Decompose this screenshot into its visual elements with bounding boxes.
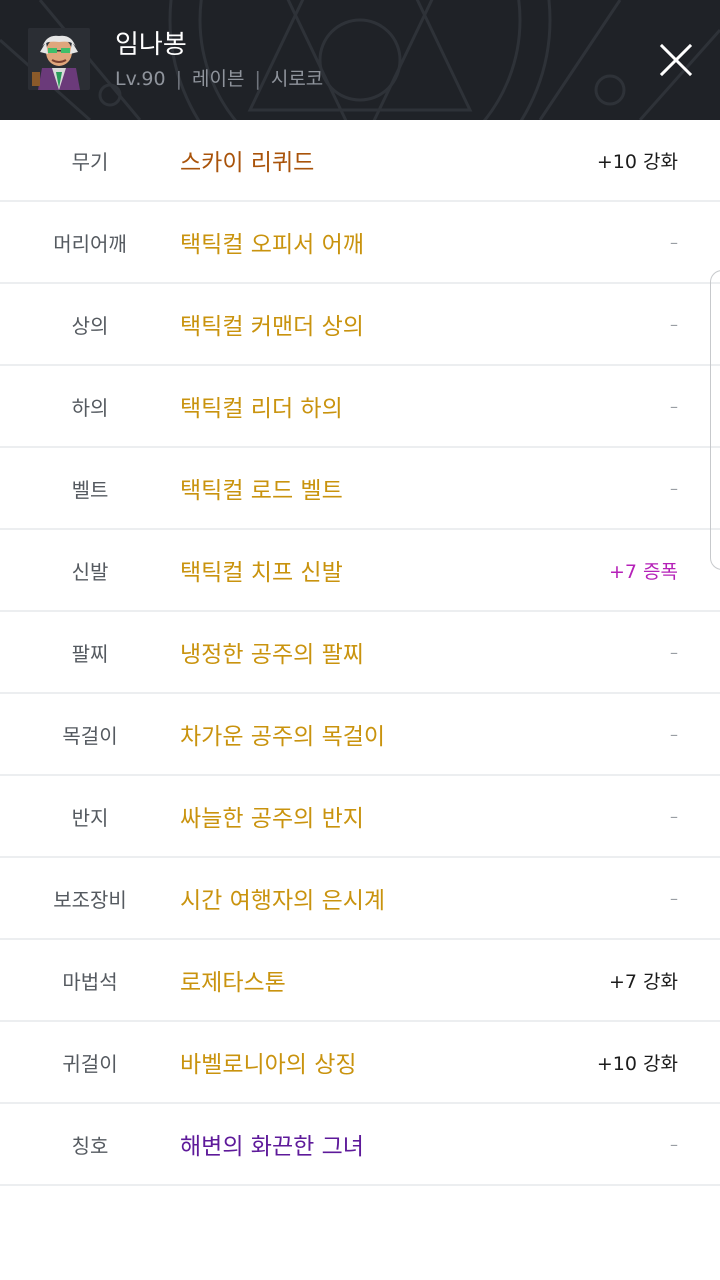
equipment-item-name[interactable]: 시간 여행자의 은시계 [180, 858, 385, 938]
equipment-slot-label: 하의 [0, 366, 180, 446]
slot-name: 보조장비 [53, 887, 127, 912]
character-meta: Lv.90 | 레이븐 | 시로코 [115, 68, 323, 90]
meta-separator: | [254, 68, 261, 90]
equipment-row[interactable]: 칭호 해변의 화끈한 그녀 – [0, 1104, 720, 1186]
equipment-row[interactable]: 상의 택틱컬 커맨더 상의 – [0, 284, 720, 366]
slot-name: 칭호 [71, 1133, 109, 1158]
equipment-item-name[interactable]: 택틱컬 오피서 어깨 [180, 202, 364, 282]
equipment-slot-label: 팔찌 [0, 612, 180, 692]
close-button[interactable] [654, 38, 698, 82]
equipment-enhancement: – [670, 806, 678, 826]
character-avatar-icon [28, 28, 90, 90]
slot-name: 신발 [71, 559, 109, 584]
equipment-enhancement: – [670, 724, 678, 744]
equipment-slot-label: 목걸이 [0, 694, 180, 774]
equipment-enhancement: – [670, 232, 678, 252]
equipment-slot-label: 반지 [0, 776, 180, 856]
equipment-enhancement: – [670, 396, 678, 416]
equipment-row[interactable]: 벨트 택틱컬 로드 벨트 – [0, 448, 720, 530]
equipment-enhancement: +10 강화 [596, 1052, 678, 1075]
character-name: 임나봉 [115, 30, 187, 60]
equipment-enhancement: – [670, 888, 678, 908]
meta-separator: | [175, 68, 182, 90]
character-header: 임나봉 Lv.90 | 레이븐 | 시로코 [0, 0, 720, 120]
slot-name: 팔찌 [71, 641, 109, 666]
equipment-enhancement: – [670, 314, 678, 334]
side-panel-edge [710, 270, 720, 570]
equipment-row[interactable]: 귀걸이 바벨로니아의 상징 +10 강화 [0, 1022, 720, 1104]
slot-name: 벨트 [71, 477, 109, 502]
character-job: 레이븐 [191, 68, 245, 90]
equipment-item-name[interactable]: 싸늘한 공주의 반지 [180, 776, 364, 856]
equipment-enhancement: +7 강화 [608, 970, 678, 993]
equipment-item-name[interactable]: 냉정한 공주의 팔찌 [180, 612, 364, 692]
equipment-row[interactable]: 보조장비 시간 여행자의 은시계 – [0, 858, 720, 940]
avatar [28, 28, 90, 90]
slot-name: 상의 [71, 313, 109, 338]
equipment-item-name[interactable]: 택틱컬 치프 신발 [180, 530, 343, 610]
close-icon [659, 43, 693, 77]
slot-name: 반지 [71, 805, 109, 830]
slot-name: 하의 [71, 395, 109, 420]
equipment-slot-label: 칭호 [0, 1104, 180, 1184]
equipment-row[interactable]: 무기 스카이 리퀴드 +10 강화 [0, 120, 720, 202]
equipment-item-name[interactable]: 해변의 화끈한 그녀 [180, 1104, 364, 1184]
equipment-enhancement: +7 증폭 [608, 560, 678, 583]
equipment-slot-label: 마법석 [0, 940, 180, 1020]
equipment-enhancement: – [670, 1134, 678, 1154]
equipment-item-name[interactable]: 로제타스톤 [180, 940, 286, 1020]
equipment-row[interactable]: 머리어깨 택틱컬 오피서 어깨 – [0, 202, 720, 284]
equipment-slot-label: 벨트 [0, 448, 180, 528]
equipment-list: 무기 스카이 리퀴드 +10 강화 머리어깨 택틱컬 오피서 어깨 – 상의 택틱컬 커맨더 … [0, 120, 720, 1186]
equipment-row[interactable]: 목걸이 차가운 공주의 목걸이 – [0, 694, 720, 776]
slot-name: 무기 [71, 149, 109, 174]
equipment-enhancement: – [670, 642, 678, 662]
slot-name: 목걸이 [62, 723, 118, 748]
equipment-slot-label: 무기 [0, 120, 180, 200]
equipment-item-name[interactable]: 택틱컬 커맨더 상의 [180, 284, 364, 364]
equipment-item-name[interactable]: 택틱컬 로드 벨트 [180, 448, 343, 528]
equipment-row[interactable]: 팔찌 냉정한 공주의 팔찌 – [0, 612, 720, 694]
equipment-item-name[interactable]: 택틱컬 리더 하의 [180, 366, 343, 446]
header-pattern-background [0, 0, 720, 120]
equipment-row[interactable]: 반지 싸늘한 공주의 반지 – [0, 776, 720, 858]
equipment-row[interactable]: 하의 택틱컬 리더 하의 – [0, 366, 720, 448]
equipment-item-name[interactable]: 스카이 리퀴드 [180, 120, 314, 200]
character-level: Lv.90 [115, 68, 166, 90]
equipment-enhancement: – [670, 478, 678, 498]
equipment-slot-label: 신발 [0, 530, 180, 610]
slot-name: 마법석 [62, 969, 118, 994]
equipment-enhancement: +10 강화 [596, 150, 678, 173]
slot-name: 귀걸이 [62, 1051, 118, 1076]
equipment-slot-label: 귀걸이 [0, 1022, 180, 1102]
equipment-item-name[interactable]: 차가운 공주의 목걸이 [180, 694, 385, 774]
slot-name: 머리어깨 [53, 231, 127, 256]
equipment-row[interactable]: 신발 택틱컬 치프 신발 +7 증폭 [0, 530, 720, 612]
equipment-row[interactable]: 마법석 로제타스톤 +7 강화 [0, 940, 720, 1022]
equipment-slot-label: 보조장비 [0, 858, 180, 938]
equipment-slot-label: 머리어깨 [0, 202, 180, 282]
equipment-item-name[interactable]: 바벨로니아의 상징 [180, 1022, 357, 1102]
character-server: 시로코 [270, 68, 324, 90]
equipment-slot-label: 상의 [0, 284, 180, 364]
